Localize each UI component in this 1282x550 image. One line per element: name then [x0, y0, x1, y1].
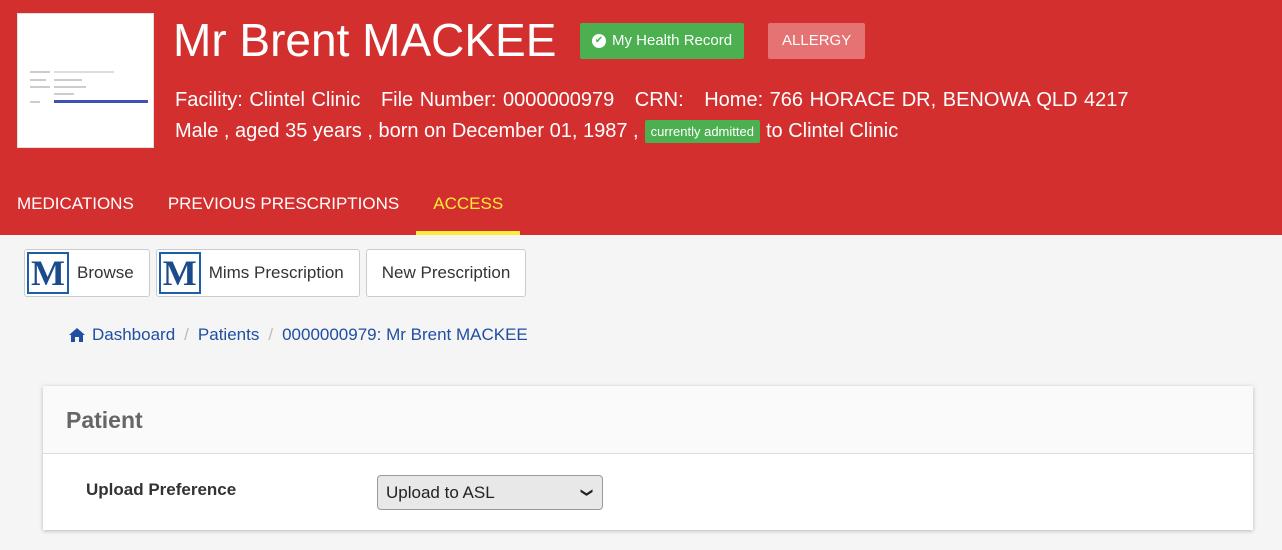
- admitted-badge: currently admitted: [644, 120, 760, 143]
- patient-name: Mr Brent MACKEE: [173, 14, 557, 66]
- breadcrumb: Dashboard / Patients / 0000000979: Mr Br…: [68, 325, 528, 345]
- tab-access[interactable]: ACCESS: [416, 185, 521, 235]
- facility-text: Facility: Clintel Clinic: [175, 89, 361, 111]
- breadcrumb-current-patient[interactable]: 0000000979: Mr Brent MACKEE: [282, 325, 528, 345]
- crn-text: CRN:: [634, 89, 684, 111]
- breadcrumb-dashboard[interactable]: Dashboard: [92, 325, 175, 345]
- mims-prescription-label: Mims Prescription: [208, 263, 344, 282]
- file-number-text: File Number: 0000000979: [380, 89, 615, 111]
- patient-header: Mr Brent MACKEE ✔ My Health Record ALLER…: [0, 0, 1282, 235]
- browse-button[interactable]: M Browse: [24, 249, 150, 297]
- breadcrumb-patients[interactable]: Patients: [198, 325, 259, 345]
- check-circle-icon: ✔: [592, 34, 606, 48]
- upload-preference-select[interactable]: Upload to ASL ❯: [377, 475, 603, 510]
- browse-label: Browse: [77, 263, 134, 282]
- photo-thumbnail-lines: [30, 69, 148, 109]
- mims-logo-icon: M: [27, 252, 69, 294]
- patient-tabs: MEDICATIONS PREVIOUS PRESCRIPTIONS ACCES…: [0, 185, 521, 235]
- allergy-badge[interactable]: ALLERGY: [768, 23, 866, 59]
- patient-info-line: Facility: Clintel Clinic File Number: 00…: [175, 89, 1143, 112]
- admitted-to-text: to Clintel Clinic: [765, 120, 899, 142]
- tab-medications[interactable]: MEDICATIONS: [0, 185, 151, 235]
- upload-preference-label: Upload Preference: [86, 480, 237, 499]
- home-address-text: Home: 766 HORACE DR, BENOWA QLD 4217: [704, 89, 1129, 111]
- tab-previous-prescriptions[interactable]: PREVIOUS PRESCRIPTIONS: [151, 185, 416, 235]
- home-icon: [69, 328, 85, 342]
- toolbar: M Browse M Mims Prescription New Prescri…: [24, 249, 527, 297]
- my-health-record-badge[interactable]: ✔ My Health Record: [580, 23, 745, 59]
- card-title: Patient: [43, 386, 1253, 454]
- patient-photo: [17, 13, 154, 148]
- patient-card: Patient Upload Preference Upload to ASL …: [43, 386, 1253, 530]
- chevron-down-icon: ❯: [580, 487, 595, 498]
- mims-prescription-button[interactable]: M Mims Prescription: [155, 249, 360, 297]
- new-prescription-button[interactable]: New Prescription: [365, 249, 527, 297]
- upload-preference-value: Upload to ASL: [386, 483, 495, 502]
- patient-demographics-line: Male , aged 35 years , born on December …: [175, 120, 898, 143]
- breadcrumb-separator: /: [184, 325, 189, 344]
- mims-logo-icon: M: [158, 252, 201, 294]
- my-health-record-label: My Health Record: [612, 32, 733, 49]
- demographics-text: Male , aged 35 years , born on December …: [175, 120, 639, 142]
- breadcrumb-separator: /: [268, 325, 274, 344]
